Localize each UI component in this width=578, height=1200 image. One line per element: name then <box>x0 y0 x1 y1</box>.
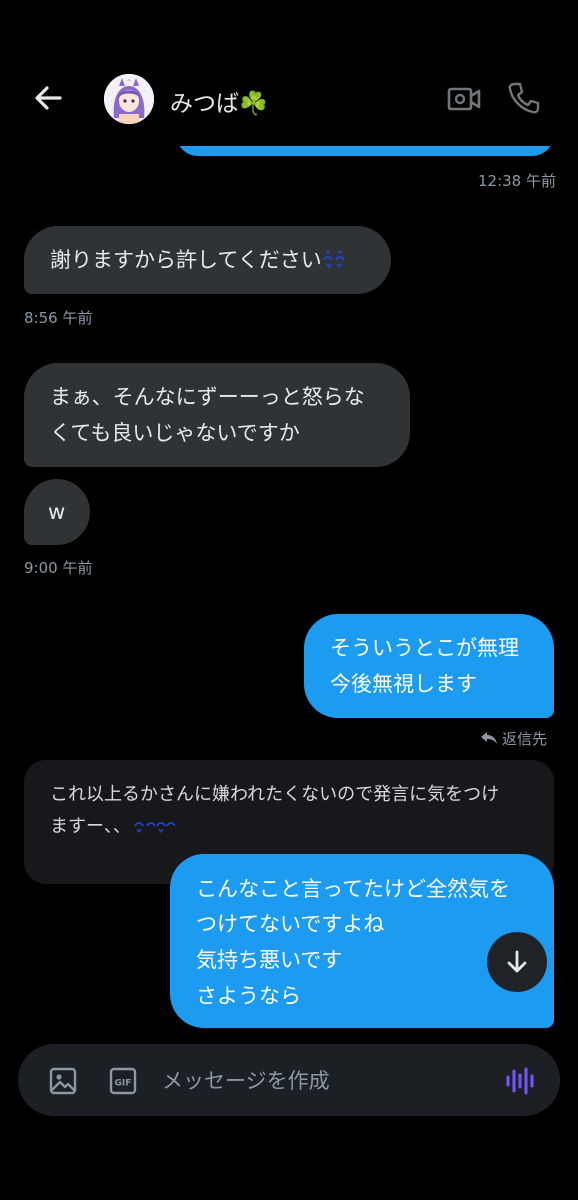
quoted-text-line: これ以上るかさんに嫌われたくないので発言に気をつけ <box>50 784 500 805</box>
voice-message-button[interactable] <box>504 1066 536 1096</box>
phone-icon <box>508 82 540 114</box>
gif-label: GIF <box>115 1079 132 1089</box>
voice-call-button[interactable] <box>506 80 542 116</box>
cold-sweat-emoji <box>322 244 346 278</box>
video-camera-icon <box>447 87 481 111</box>
message-text-line: さようなら <box>196 984 301 1008</box>
cold-sweat-emoji <box>131 816 176 839</box>
contact-name[interactable]: みつば☘️ <box>170 84 268 118</box>
reply-label-text: 返信先 <box>502 730 548 748</box>
reply-arrow-icon <box>481 732 497 744</box>
message-text-line: くても良いじゃないですか <box>50 421 300 445</box>
timestamp: 8:56 午前 <box>24 309 93 327</box>
sent-message[interactable]: そういうとこが無理 今後無視します <box>304 614 554 718</box>
received-message[interactable]: w <box>24 479 90 545</box>
back-button[interactable] <box>30 78 70 118</box>
add-image-button[interactable] <box>48 1066 78 1096</box>
timestamp: 9:00 午前 <box>24 559 93 577</box>
message-text: 謝りますから許してください <box>50 248 322 272</box>
conversation-header: ᴖ みつば☘️ <box>0 0 578 146</box>
svg-text:ᴖ: ᴖ <box>127 78 131 85</box>
timestamp: 12:38 午前 <box>478 172 556 190</box>
voice-waveform-icon <box>506 1067 534 1095</box>
message-input[interactable] <box>162 1066 492 1096</box>
add-gif-button[interactable]: GIF <box>108 1066 138 1096</box>
message-composer: GIF <box>18 1044 560 1116</box>
message-text-line: 今後無視します <box>330 672 477 696</box>
video-call-button[interactable] <box>446 82 482 116</box>
message-text-line: つけてないですよね <box>196 912 385 936</box>
image-icon <box>49 1067 77 1095</box>
received-message[interactable]: まぁ、そんなにずーーっと怒らな くても良いじゃないですか <box>24 363 410 467</box>
gif-icon: GIF <box>109 1067 137 1095</box>
message-text-line: まぁ、そんなにずーーっと怒らな <box>50 385 365 409</box>
received-message[interactable]: 謝りますから許してください <box>24 226 391 294</box>
scroll-to-bottom-button[interactable] <box>487 932 547 992</box>
contact-avatar[interactable]: ᴖ <box>104 74 154 124</box>
arrow-left-icon <box>35 86 62 110</box>
message-text: w <box>48 500 66 524</box>
message-text-line: 気持ち悪いです <box>196 948 343 972</box>
arrow-down-icon <box>507 950 527 973</box>
message-text-line: こんなこと言ってたけど全然気を <box>196 877 510 901</box>
quoted-text-line: ますー、、 <box>50 816 131 837</box>
reply-indicator: 返信先 <box>480 728 547 749</box>
message-text-line: そういうとこが無理 <box>330 636 519 660</box>
